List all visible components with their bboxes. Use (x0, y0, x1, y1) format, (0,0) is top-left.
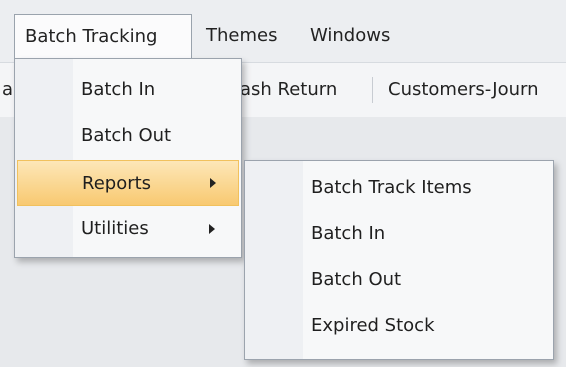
menu-item-label: Batch In (81, 79, 156, 100)
submenu-item-batch-track-items[interactable]: Batch Track Items (245, 165, 553, 211)
menu-item-batch-in[interactable]: Batch In (15, 67, 241, 113)
reports-submenu: Batch Track Items Batch In Batch Out Exp… (244, 160, 554, 360)
toolbar-customers-journal[interactable]: Customers-Journ (388, 63, 539, 117)
toolbar-partial-item[interactable]: a (2, 63, 13, 117)
menu-item-utilities[interactable]: Utilities (15, 206, 241, 252)
menu-item-label: Batch Out (311, 269, 402, 290)
batch-tracking-menu: Batch In Batch Out Reports Utilities (14, 58, 242, 258)
menu-item-label: Batch In (311, 223, 386, 244)
menu-item-label: Utilities (81, 218, 149, 239)
chevron-right-icon (210, 178, 216, 188)
chevron-right-icon (209, 224, 215, 234)
submenu-item-batch-in[interactable]: Batch In (245, 211, 553, 257)
toolbar-cash-return[interactable]: ash Return (240, 63, 337, 117)
menu-batch-tracking[interactable]: Batch Tracking (14, 14, 192, 58)
menu-item-label: Expired Stock (311, 315, 435, 336)
menu-item-label: Batch Track Items (311, 177, 472, 198)
menu-bar: Batch Tracking Themes Windows (0, 0, 566, 62)
submenu-item-expired-stock[interactable]: Expired Stock (245, 303, 553, 349)
menu-windows[interactable]: Windows (300, 14, 400, 58)
menu-item-batch-out[interactable]: Batch Out (15, 113, 241, 159)
toolbar-separator (372, 77, 373, 103)
menu-themes[interactable]: Themes (196, 14, 287, 58)
menu-item-label: Batch Out (81, 125, 172, 146)
menu-item-label: Reports (82, 173, 152, 194)
submenu-item-batch-out[interactable]: Batch Out (245, 257, 553, 303)
menu-item-reports[interactable]: Reports (17, 160, 239, 206)
